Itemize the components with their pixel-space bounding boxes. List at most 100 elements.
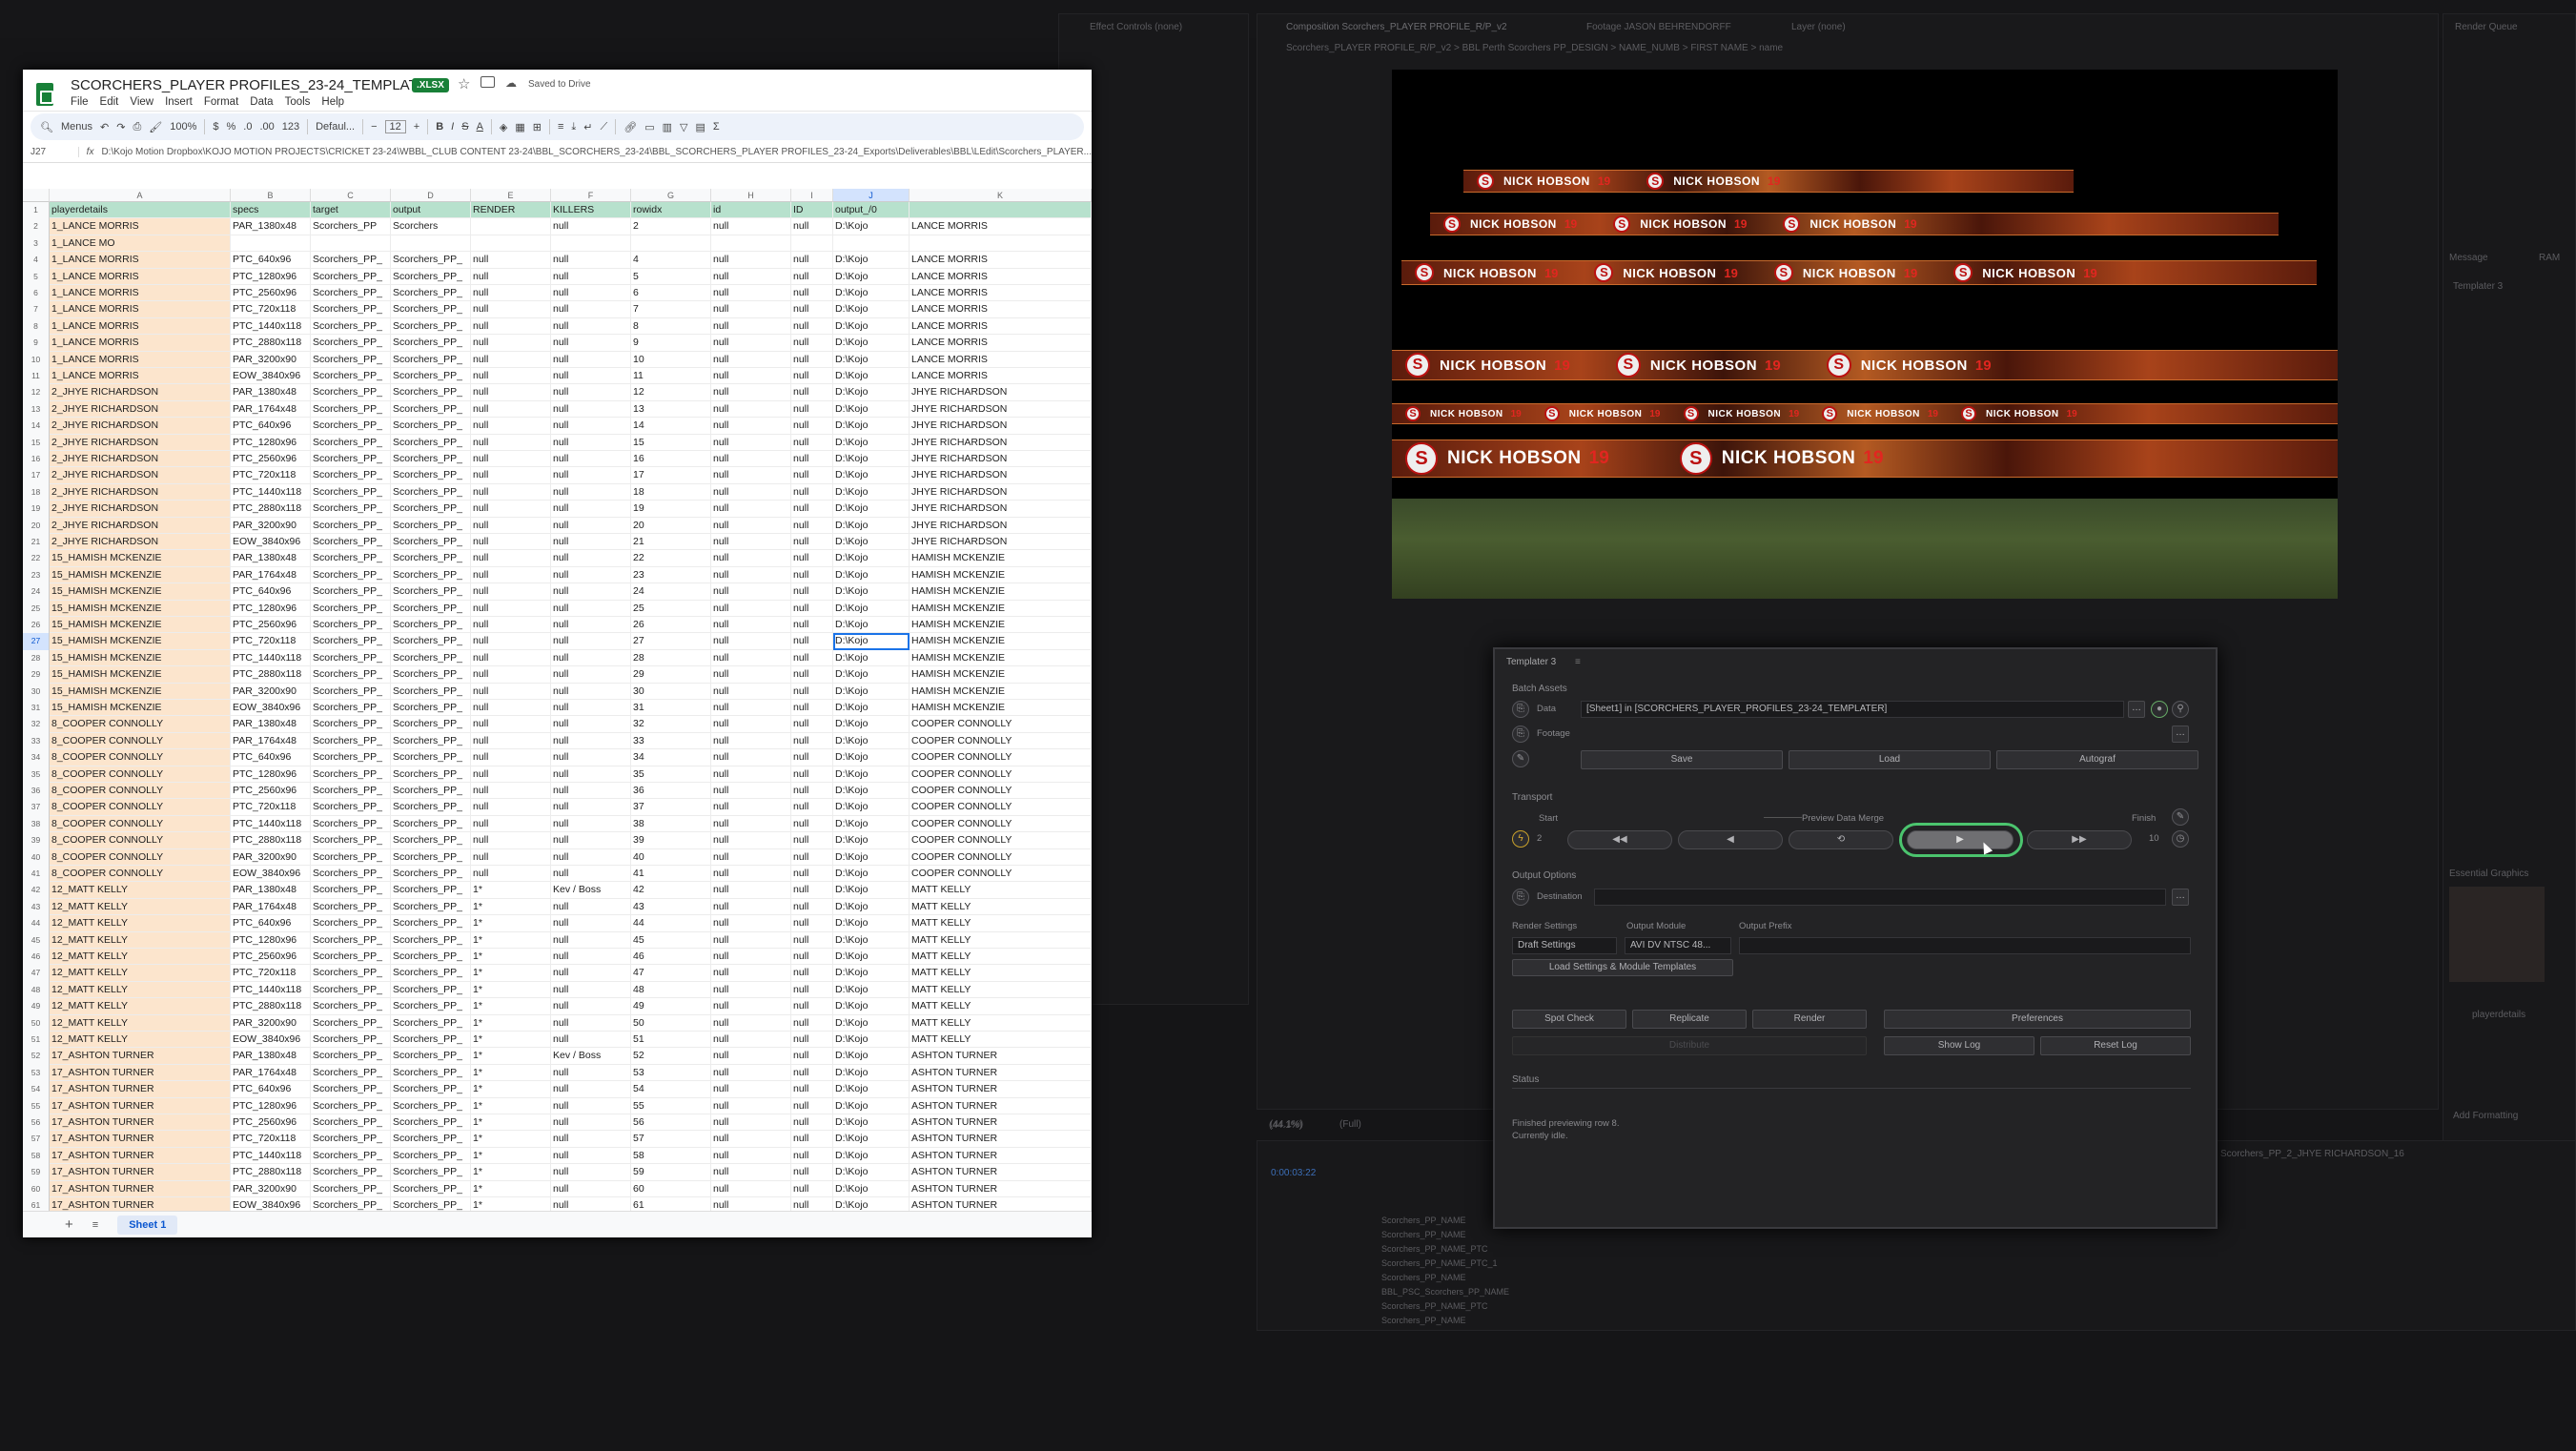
cell[interactable]: Scorchers_PP_	[391, 1014, 471, 1032]
cell[interactable]: Scorchers_PP_	[311, 898, 391, 916]
cell[interactable]: Scorchers_PP_	[311, 285, 391, 302]
cell[interactable]: D:\Kojo	[833, 832, 910, 849]
cell[interactable]: null	[471, 866, 551, 883]
font-size-field[interactable]: 12	[384, 120, 406, 133]
cell[interactable]: JHYE RICHARDSON	[910, 534, 1092, 551]
cell[interactable]: 35	[631, 766, 711, 783]
cell[interactable]: 15_HAMISH MCKENZIE	[50, 700, 231, 717]
cell[interactable]: EOW_3840x96	[231, 866, 311, 883]
cell[interactable]: D:\Kojo	[833, 566, 910, 584]
cell[interactable]: 17_ASHTON TURNER	[50, 1064, 231, 1082]
cell[interactable]: D:\Kojo	[833, 815, 910, 833]
row-number[interactable]: 31	[23, 700, 50, 717]
cell[interactable]: Scorchers_PP	[311, 218, 391, 235]
cell[interactable]: null	[711, 998, 791, 1015]
cell[interactable]: null	[791, 534, 833, 551]
cell[interactable]: PTC_1280x96	[231, 600, 311, 617]
cell[interactable]: null	[711, 501, 791, 518]
cell[interactable]: PTC_2560x96	[231, 285, 311, 302]
cell[interactable]: Scorchers_PP_	[391, 368, 471, 385]
cell[interactable]: D:\Kojo	[833, 1114, 910, 1132]
cell[interactable]: rowidx	[631, 202, 711, 219]
cell[interactable]: D:\Kojo	[833, 600, 910, 617]
cell[interactable]: 17_ASHTON TURNER	[50, 1131, 231, 1148]
cell[interactable]: 44	[631, 915, 711, 932]
timeline-layer-row[interactable]: Scorchers_PP_NAME_PTC	[1381, 1244, 1620, 1258]
strikethrough-icon[interactable]: S	[461, 121, 468, 133]
cell[interactable]: D:\Kojo	[833, 517, 910, 534]
cell[interactable]: PTC_720x118	[231, 965, 311, 982]
cell[interactable]: PTC_2880x118	[231, 501, 311, 518]
cell[interactable]: null	[711, 1014, 791, 1032]
cell[interactable]: null	[711, 566, 791, 584]
cell[interactable]: PTC_2560x96	[231, 949, 311, 966]
font-size-increase-icon[interactable]: +	[414, 121, 419, 133]
cell[interactable]: D:\Kojo	[833, 1097, 910, 1114]
footage-icon[interactable]: ⎘	[1512, 726, 1529, 743]
row-number[interactable]: 26	[23, 617, 50, 634]
cell[interactable]: Kev / Boss	[551, 1048, 631, 1065]
cell[interactable]: HAMISH MCKENZIE	[910, 617, 1092, 634]
cell[interactable]: null	[551, 1014, 631, 1032]
cell[interactable]: PTC_1440x118	[231, 317, 311, 336]
cell[interactable]: id	[711, 202, 791, 219]
cell[interactable]: null	[551, 218, 631, 235]
cell[interactable]: ASHTON TURNER	[910, 1048, 1092, 1065]
cell[interactable]: playerdetails	[50, 202, 231, 219]
cell[interactable]: null	[711, 633, 791, 650]
cell[interactable]: D:\Kojo	[833, 317, 910, 336]
cell[interactable]: Scorchers_PP_	[311, 483, 391, 501]
cell[interactable]: JHYE RICHARDSON	[910, 418, 1092, 435]
cell[interactable]: PTC_1440x118	[231, 649, 311, 667]
cell[interactable]: Scorchers_PP_	[311, 1114, 391, 1132]
cell[interactable]: null	[551, 1180, 631, 1197]
cell[interactable]: 57	[631, 1131, 711, 1148]
cell[interactable]: MATT KELLY	[910, 931, 1092, 949]
cell[interactable]: specs	[231, 202, 311, 219]
cell[interactable]: null	[551, 898, 631, 916]
cell[interactable]: null	[551, 998, 631, 1015]
cell[interactable]: D:\Kojo	[833, 965, 910, 982]
timeline-layer-row[interactable]: BBL_PSC_Scorchers_PP_NAME	[1381, 1287, 1620, 1301]
cell[interactable]: PTC_1280x96	[231, 766, 311, 783]
cell[interactable]: ASHTON TURNER	[910, 1064, 1092, 1082]
cell[interactable]: 51	[631, 1032, 711, 1049]
cell[interactable]: 1*	[471, 1147, 551, 1165]
cell[interactable]: 43	[631, 898, 711, 916]
cell[interactable]: null	[551, 931, 631, 949]
cell[interactable]: null	[711, 1097, 791, 1114]
cell[interactable]: null	[471, 335, 551, 352]
cell[interactable]: 2_JHYE RICHARDSON	[50, 483, 231, 501]
cell[interactable]: null	[551, 915, 631, 932]
cell[interactable]: Scorchers_PP_	[391, 1032, 471, 1049]
cell[interactable]: null	[551, 783, 631, 800]
cell[interactable]: null	[791, 1081, 833, 1098]
cell[interactable]: null	[551, 285, 631, 302]
add-sheet-icon[interactable]: +	[65, 1216, 73, 1233]
column-header-k[interactable]: K	[910, 189, 1092, 202]
cell[interactable]: null	[791, 716, 833, 733]
cell[interactable]: KILLERS	[551, 202, 631, 219]
cell[interactable]	[551, 235, 631, 253]
cell[interactable]: null	[551, 617, 631, 634]
cell[interactable]: null	[551, 301, 631, 318]
cell[interactable]: null	[711, 898, 791, 916]
cell[interactable]: 1_LANCE MORRIS	[50, 268, 231, 285]
cell[interactable]: 1*	[471, 1064, 551, 1082]
cell[interactable]	[631, 235, 711, 253]
cell[interactable]: 36	[631, 783, 711, 800]
cell[interactable]: D:\Kojo	[833, 732, 910, 750]
cell[interactable]: 47	[631, 965, 711, 982]
first-row-button[interactable]: ◀◀	[1567, 830, 1672, 849]
cell[interactable]: null	[551, 434, 631, 451]
cell[interactable]: 33	[631, 732, 711, 750]
cell[interactable]: null	[711, 268, 791, 285]
cell[interactable]: null	[791, 949, 833, 966]
cell[interactable]: Scorchers_PP_	[311, 700, 391, 717]
effect-controls-tab[interactable]: Effect Controls (none)	[1090, 22, 1182, 32]
cell[interactable]: 1_LANCE MORRIS	[50, 285, 231, 302]
composition-tab[interactable]: Composition Scorchers_PLAYER PROFILE_R/P…	[1286, 22, 1507, 32]
cell[interactable]: PTC_1280x96	[231, 931, 311, 949]
cell[interactable]: null	[471, 517, 551, 534]
cell[interactable]: D:\Kojo	[833, 1081, 910, 1098]
